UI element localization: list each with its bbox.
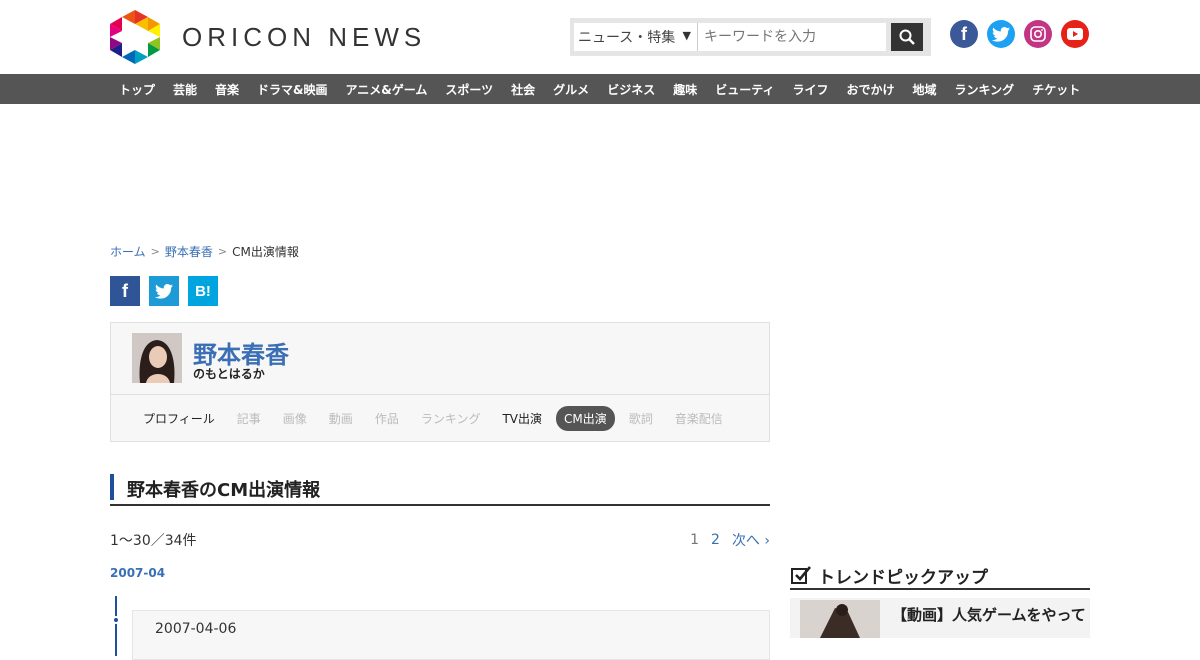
profile-tab: 音楽配信 (674, 411, 723, 426)
nav-item[interactable]: 音楽 (206, 81, 248, 98)
nav-item[interactable]: 芸能 (164, 81, 206, 98)
nav-item[interactable]: トップ (110, 81, 164, 98)
nav-item[interactable]: ライフ (784, 81, 838, 98)
instagram-icon[interactable] (1024, 20, 1052, 48)
breadcrumb: ホーム > 野本春香 > CM出演情報 (110, 240, 770, 262)
chevron-right-icon: › (764, 533, 770, 549)
logo-mark-icon (110, 10, 160, 64)
nav-item[interactable]: おでかけ (838, 81, 904, 98)
facebook-icon[interactable]: f (950, 20, 978, 48)
sidebar-heading: トレンドピックアップ (790, 562, 1090, 590)
nav-item[interactable]: ドラマ&映画 (248, 81, 336, 98)
pagination: 1 2 次へ › (690, 530, 770, 550)
share-hatena-button[interactable]: B! (188, 276, 218, 306)
social-links: f (950, 20, 1089, 48)
search-category-label: ニュース・特集 (578, 30, 676, 46)
share-twitter-button[interactable] (149, 276, 179, 306)
nav-item[interactable]: ランキング (946, 81, 1024, 98)
oricon-logo[interactable]: ORICON NEWS (110, 10, 426, 64)
sidebar-title: トレンドピックアップ (818, 567, 988, 588)
nav-item[interactable]: スポーツ (436, 81, 502, 98)
profile-tab: 歌詞 (628, 411, 653, 426)
main-content: ホーム > 野本春香 > CM出演情報 f B! 野本春香 のもとはるか プロフ… (110, 240, 770, 660)
listing-header: 1～30／34件 1 2 次へ › (110, 530, 770, 550)
share-buttons: f B! (110, 276, 770, 306)
youtube-icon[interactable] (1061, 20, 1089, 48)
result-count: 1～30／34件 (110, 533, 197, 549)
timeline-dot (112, 616, 120, 624)
chevron-right-icon: > (150, 244, 160, 258)
twitter-icon (155, 283, 173, 299)
profile-card: 野本春香 のもとはるか プロフィール 記事 画像 動画 作品 ランキング TV出演 CM出演歌… (110, 322, 770, 442)
share-facebook-button[interactable]: f (110, 276, 140, 306)
section-heading: 野本春香のCM出演情報 (110, 472, 770, 506)
breadcrumb-current: CM出演情報 (232, 244, 299, 259)
profile-tab: 動画 (328, 411, 353, 426)
search-button[interactable] (891, 23, 923, 51)
nav-item[interactable]: ビジネス (598, 81, 664, 98)
trend-item-title: 【動画】人気ゲームをやって (892, 606, 1086, 624)
page-2-link[interactable]: 2 (711, 532, 720, 548)
timeline-line (115, 596, 117, 656)
search-input[interactable] (698, 23, 886, 51)
profile-tab: 記事 (236, 411, 261, 426)
nav-item[interactable]: ビューティ (706, 81, 783, 98)
nav-item[interactable]: アニメ&ゲーム (337, 81, 437, 98)
search-icon (899, 29, 915, 45)
cm-entry-date: 2007-04-06 (155, 621, 237, 637)
nav-item[interactable]: 社会 (502, 81, 544, 98)
page-title: 野本春香のCM出演情報 (127, 480, 321, 501)
heading-accent-bar (110, 474, 114, 500)
breadcrumb-home[interactable]: ホーム (110, 243, 146, 260)
trend-item[interactable]: 【動画】人気ゲームをやって (790, 598, 1090, 638)
dropdown-arrow-icon: ▼ (682, 29, 691, 42)
logo-text: ORICON NEWS (182, 21, 427, 52)
page-1: 1 (690, 532, 700, 548)
month-label: 2007-04 (110, 566, 166, 580)
profile-tab[interactable]: プロフィール (135, 406, 223, 431)
profile-tab: ランキング (420, 411, 481, 426)
profile-tab: 画像 (282, 411, 307, 426)
profile-tab[interactable]: CM出演 (556, 405, 615, 431)
main-nav: トップ 芸能 音楽 ドラマ&映画 アニメ&ゲーム スポーツ 社会 グルメ ビジネス 趣味 ビューティ… (0, 74, 1200, 104)
next-page-link[interactable]: 次へ › (732, 530, 770, 550)
search-category-select[interactable]: ニュース・特集 ▼ (574, 23, 698, 51)
avatar[interactable] (132, 333, 182, 383)
checkbox-icon (791, 566, 811, 584)
twitter-icon[interactable] (987, 20, 1015, 48)
site-header: ORICON NEWS ニュース・特集 ▼ f (0, 0, 1200, 74)
nav-item[interactable]: チケット (1023, 81, 1089, 98)
breadcrumb-person[interactable]: 野本春香 (165, 243, 213, 260)
timeline: 2007-04-06 (110, 588, 770, 660)
nav-item[interactable]: グルメ (544, 81, 598, 98)
nav-list: トップ 芸能 音楽 ドラマ&映画 アニメ&ゲーム スポーツ 社会 グルメ ビジネス 趣味 ビューティ… (110, 74, 1089, 104)
cm-entry-card[interactable]: 2007-04-06 (132, 610, 770, 660)
next-label: 次へ (731, 533, 760, 549)
nav-item[interactable]: 地域 (904, 81, 946, 98)
profile-tabs: プロフィール 記事 画像 動画 作品 ランキング TV出演 CM出演 歌詞 音楽配信 (111, 395, 769, 441)
chevron-right-icon: > (217, 244, 228, 258)
profile-kana: のもとはるか (193, 367, 265, 381)
search-bar: ニュース・特集 ▼ (570, 18, 931, 56)
nav-item[interactable]: 趣味 (664, 81, 706, 98)
trend-thumbnail (800, 600, 880, 638)
sidebar-trend: トレンドピックアップ 【動画】人気ゲームをやって (790, 562, 1090, 638)
profile-tab: 作品 (374, 411, 399, 426)
profile-tab[interactable]: TV出演 (494, 406, 550, 431)
